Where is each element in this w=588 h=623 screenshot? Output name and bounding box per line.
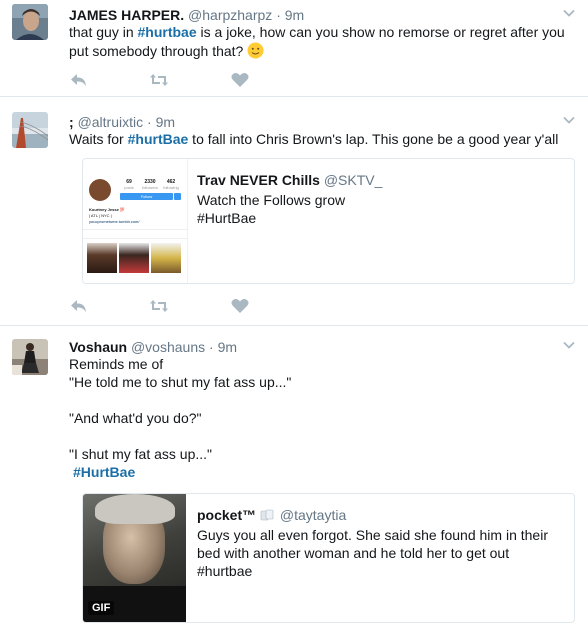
quoted-username[interactable]: @taytaytia (280, 507, 346, 523)
username[interactable]: @harpzharpz (188, 7, 272, 23)
stat-label: posts (124, 185, 134, 190)
chevron-down-icon[interactable] (562, 113, 576, 127)
display-name[interactable]: ; (69, 114, 74, 130)
profile-link: youcprometome.tumblr.com/ (89, 219, 140, 224)
tweet[interactable]: Voshaun @voshauns · 9m Reminds me of "He… (0, 326, 588, 623)
tweet-text: Waits for #hurtBae to fall into Chris Br… (69, 130, 574, 149)
gif-hair (95, 494, 175, 524)
tweet-text: Reminds me of "He told me to shut my fat… (69, 355, 574, 481)
follow-dropdown (174, 193, 181, 200)
separator-dot: · (209, 339, 214, 355)
tweet-text-line: "I shut my fat ass up..." (69, 446, 212, 462)
profile-name: Kourtney Jesse 💯 (89, 207, 125, 212)
username[interactable]: @voshauns (131, 339, 205, 355)
stat-label: followers (142, 185, 158, 190)
quoted-tweet[interactable]: GIF pocket™ @taytaytia Guys you all even… (82, 493, 575, 623)
quoted-tweet[interactable]: 69 posts 2330 followers 462 following Fo… (82, 158, 575, 284)
gif-badge: GIF (88, 601, 115, 615)
display-name[interactable]: JAMES HARPER. (69, 7, 184, 23)
profile-picture (89, 179, 111, 201)
quoted-media-thumbnail[interactable]: 69 posts 2330 followers 462 following Fo… (83, 159, 188, 283)
quoted-text-line: bed with another woman and he told her t… (197, 545, 510, 561)
quoted-display-name[interactable]: Trav NEVER Chills (197, 172, 320, 188)
timestamp[interactable]: 9m (218, 339, 237, 355)
quoted-tweet-header: Trav NEVER Chills @SKTV_ (197, 171, 382, 189)
tweet-text: that guy in #hurtbae is a joke, how can … (69, 23, 574, 61)
tweet[interactable]: JAMES HARPER. @harpzharpz · 9m that guy … (0, 0, 588, 97)
chevron-down-icon[interactable] (562, 6, 576, 20)
slightly-smiling-face-icon (247, 42, 264, 59)
tweet-header: Voshaun @voshauns · 9m (69, 338, 237, 356)
quoted-tweet-text: Watch the Follows grow #HurtBae (197, 191, 345, 227)
follow-button: Follow (120, 193, 173, 200)
tweet-header: ; @altruixtic · 9m (69, 113, 175, 131)
avatar[interactable] (12, 4, 48, 40)
hashtag-link[interactable]: #hurtBae (128, 131, 189, 147)
profile-bio: | ATL | NYC | (89, 213, 112, 218)
chevron-down-icon[interactable] (562, 338, 576, 352)
avatar[interactable] (12, 339, 48, 375)
hashtag-link[interactable]: #hurtbae (138, 24, 197, 40)
avatar[interactable] (12, 112, 48, 148)
tweet-text-line (69, 391, 574, 409)
tweet-text-part: that guy in (69, 24, 138, 40)
quoted-display-name[interactable]: pocket™ (197, 507, 256, 523)
reply-icon[interactable] (69, 297, 89, 315)
cards-emoji-icon (260, 509, 274, 521)
tweet-text-line: "He told me to shut my fat ass up..." (69, 374, 292, 390)
heart-icon[interactable] (230, 71, 250, 89)
tweet-text-line: Reminds me of (69, 356, 164, 372)
stat-label: following (163, 185, 179, 190)
quoted-username[interactable]: @SKTV_ (324, 172, 383, 188)
grid-photo (119, 243, 149, 273)
quoted-tweet-text: Guys you all even forgot. She said she f… (197, 526, 548, 580)
grid-photo (151, 243, 181, 273)
tweet-text-line: "And what'd you do?" (69, 410, 202, 426)
tweet-text-part: Waits for (69, 131, 128, 147)
quoted-text-line: #HurtBae (197, 210, 257, 226)
retweet-icon[interactable] (149, 71, 169, 89)
display-name[interactable]: Voshaun (69, 339, 127, 355)
tweet-text-line (69, 427, 574, 445)
stat-following: 462 following (160, 180, 182, 191)
tweet-text-part: to fall into Chris Brown's lap. This gon… (188, 131, 559, 147)
tweet-header: JAMES HARPER. @harpzharpz · 9m (69, 6, 304, 24)
quoted-tweet-header: pocket™ @taytaytia (197, 506, 346, 524)
quoted-media-gif[interactable]: GIF (83, 494, 186, 622)
stat-posts: 69 posts (119, 180, 139, 191)
tweet-text-line: #HurtBae (69, 463, 574, 481)
grid-tabs (83, 229, 188, 239)
reply-icon[interactable] (69, 71, 89, 89)
retweet-icon[interactable] (149, 297, 169, 315)
quoted-text-line: Watch the Follows grow (197, 192, 346, 208)
hashtag-link[interactable]: #HurtBae (73, 464, 135, 480)
quoted-text-line: #hurtbae (197, 563, 253, 579)
stat-followers: 2330 followers (139, 180, 161, 191)
username[interactable]: @altruixtic (78, 114, 144, 130)
tweet[interactable]: ; @altruixtic · 9m Waits for #hurtBae to… (0, 97, 588, 326)
timestamp[interactable]: 9m (156, 114, 175, 130)
heart-icon[interactable] (230, 297, 250, 315)
grid-photo (87, 243, 117, 273)
quoted-text-line: Guys you all even forgot. She said she f… (197, 527, 548, 543)
timestamp[interactable]: 9m (285, 7, 304, 23)
separator-dot: · (276, 7, 281, 23)
separator-dot: · (147, 114, 152, 130)
